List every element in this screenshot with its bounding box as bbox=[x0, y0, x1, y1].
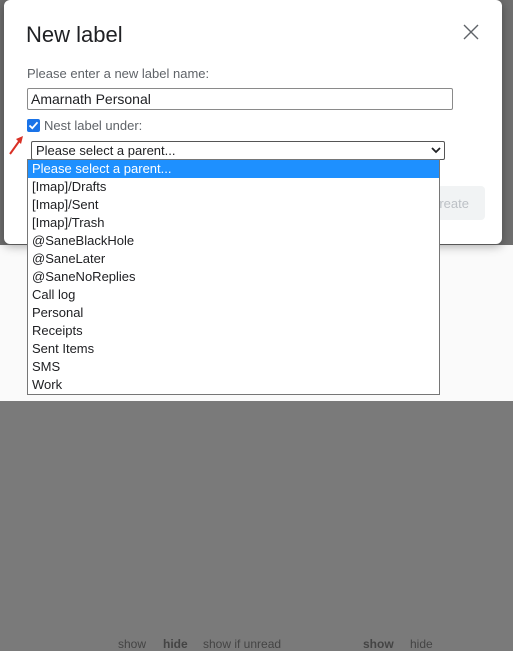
dropdown-option[interactable]: @SaneBlackHole bbox=[28, 232, 439, 250]
bg-hide-link: hide bbox=[163, 637, 188, 651]
dropdown-option[interactable]: Call log bbox=[28, 286, 439, 304]
label-name-input[interactable] bbox=[27, 88, 453, 110]
bg-show-link: show bbox=[118, 637, 147, 651]
label-name-prompt: Please enter a new label name: bbox=[27, 66, 210, 81]
parent-label-select[interactable]: Please select a parent... bbox=[31, 141, 445, 160]
bg-hide-link-2: hide bbox=[410, 637, 433, 651]
dropdown-option[interactable]: [Imap]/Sent bbox=[28, 196, 439, 214]
dropdown-option[interactable]: Please select a parent... bbox=[28, 160, 439, 178]
checkmark-icon bbox=[28, 121, 39, 130]
dropdown-option[interactable]: SMS bbox=[28, 358, 439, 376]
dropdown-option[interactable]: Work bbox=[28, 376, 439, 394]
close-button[interactable] bbox=[459, 20, 483, 44]
dialog-title: New label bbox=[26, 22, 123, 47]
nest-label-checkbox[interactable] bbox=[27, 119, 40, 132]
dropdown-option[interactable]: Receipts bbox=[28, 322, 439, 340]
annotation-arrow-icon bbox=[9, 136, 23, 155]
create-button-label: Create bbox=[437, 196, 469, 211]
parent-dropdown-list: Please select a parent... [Imap]/Drafts … bbox=[27, 159, 440, 395]
dropdown-option[interactable]: [Imap]/Drafts bbox=[28, 178, 439, 196]
dropdown-option[interactable]: Sent Items bbox=[28, 340, 439, 358]
bg-show-link-2: show bbox=[363, 637, 394, 651]
chevron-down-icon bbox=[431, 147, 441, 154]
dropdown-option[interactable]: [Imap]/Trash bbox=[28, 214, 439, 232]
create-button[interactable]: Create bbox=[437, 186, 485, 220]
nest-label-text: Nest label under: bbox=[44, 118, 143, 133]
dropdown-option[interactable]: Personal bbox=[28, 304, 439, 322]
dropdown-option[interactable]: @SaneNoReplies bbox=[28, 268, 439, 286]
close-icon bbox=[463, 24, 479, 40]
dropdown-option[interactable]: @SaneLater bbox=[28, 250, 439, 268]
parent-select-value: Please select a parent... bbox=[36, 143, 176, 158]
bg-show-if-unread-link: show if unread bbox=[203, 637, 282, 651]
